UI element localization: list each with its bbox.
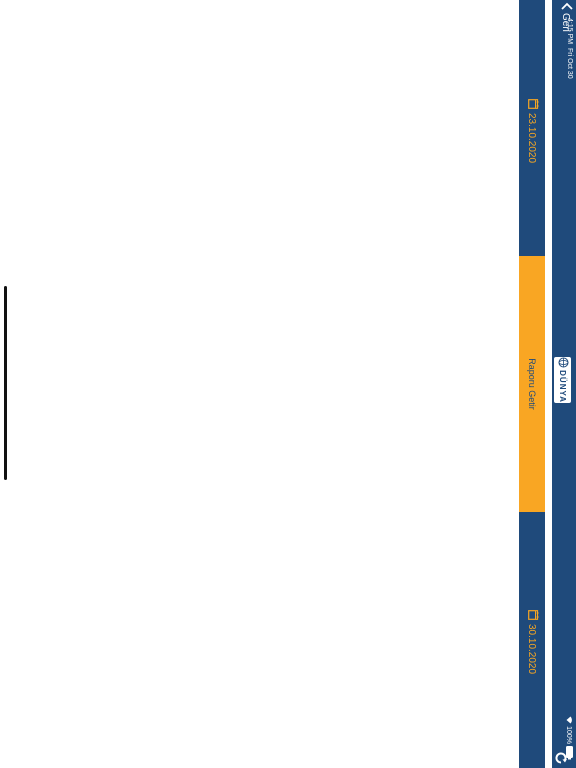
refresh-icon[interactable] [554, 751, 568, 765]
back-button[interactable]: Geri [558, 2, 573, 32]
chevron-left-icon [558, 2, 573, 10]
end-date-picker[interactable]: 30.10.2020 [519, 610, 545, 674]
calendar-icon [525, 610, 539, 620]
navigation-bar: Geri DÜNYA [550, 0, 576, 768]
start-date-value: 23.10.2020 [526, 113, 538, 164]
logo-text: DÜNYA [558, 370, 567, 403]
report-toolbar: 23.10.2020 Raporu Getir 30.10.2020 [519, 0, 545, 768]
home-indicator[interactable] [4, 286, 7, 480]
calendar-icon [525, 99, 539, 109]
get-report-button[interactable]: Raporu Getir [519, 256, 545, 512]
globe-icon [554, 357, 572, 368]
back-button-label: Geri [560, 13, 571, 32]
app-logo: DÜNYA [554, 357, 571, 403]
end-date-value: 30.10.2020 [526, 624, 538, 675]
report-content-area [0, 0, 519, 768]
app-canvas: 4:15 PM Fri Oct 30 100% Geri DÜNYA 23.10… [0, 0, 576, 768]
start-date-picker[interactable]: 23.10.2020 [519, 99, 545, 163]
